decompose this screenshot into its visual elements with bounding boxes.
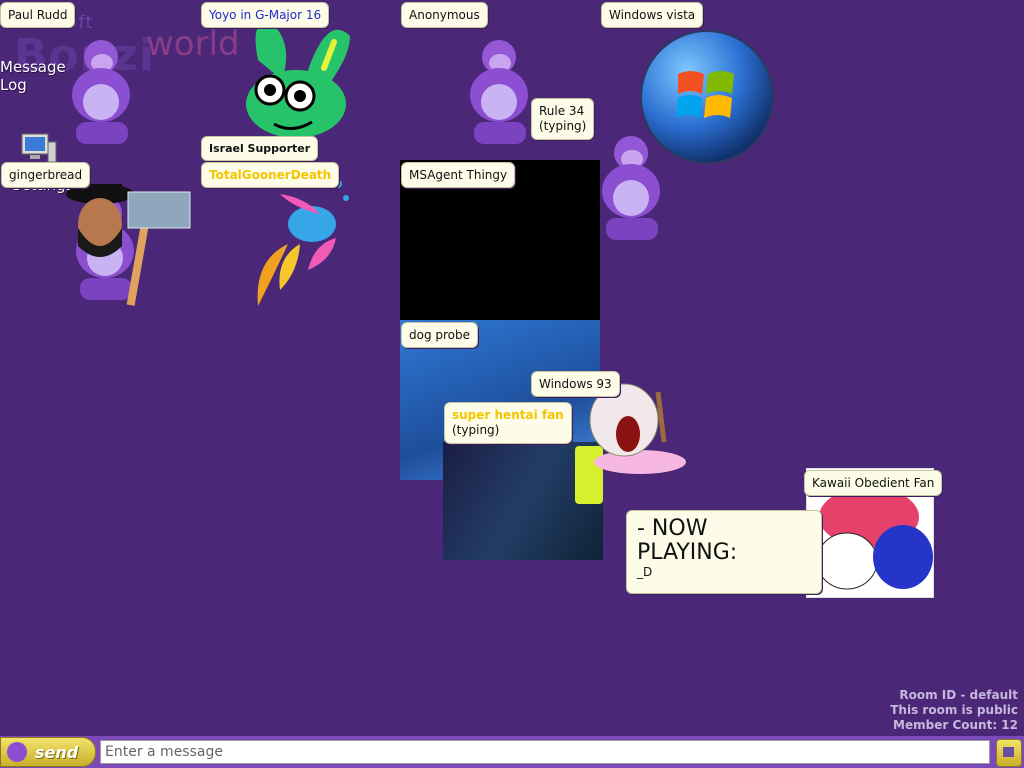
send-label: send (35, 742, 79, 762)
user-tag-windows-vista[interactable]: Windows vista (601, 2, 704, 28)
bonzi-character[interactable] (60, 40, 144, 152)
user-tag-msagent[interactable]: MSAgent Thingy (401, 162, 516, 188)
send-button[interactable]: send (0, 737, 96, 767)
user-tag-kawaii[interactable]: Kawaii Obedient Fan (804, 470, 943, 496)
video-player[interactable] (443, 442, 603, 560)
user-tag-yoyo[interactable]: Yoyo in G-Major 16 (201, 2, 330, 28)
emote-button[interactable] (996, 739, 1022, 767)
user-name-typing: super hentai fan (452, 408, 564, 422)
user-tag-anonymous[interactable]: Anonymous (401, 2, 488, 28)
windows-logo-icon (676, 71, 734, 118)
user-tag-typing[interactable]: super hentai fan (typing) (444, 402, 572, 444)
hammer-man-avatar (62, 182, 198, 308)
user-tag-windows93[interactable]: Windows 93 (531, 371, 620, 397)
user-tag-total-gooner[interactable]: TotalGoonerDeath (201, 162, 340, 188)
user-tag-rule34[interactable]: Rule 34 (typing) (531, 98, 595, 140)
now-playing-line3: _D (637, 565, 653, 579)
now-playing-bubble: - NOW PLAYING: _D (626, 510, 822, 594)
typing-status: (typing) (539, 119, 587, 133)
user-tag-paul[interactable]: Paul Rudd (0, 2, 76, 28)
bird-avatar (236, 178, 354, 310)
member-count: Member Count: 12 (893, 718, 1018, 732)
square-icon (1003, 747, 1014, 757)
typing-status: (typing) (452, 423, 500, 437)
bonzi-character[interactable] (458, 40, 542, 152)
bonzi-character[interactable] (590, 136, 674, 248)
message-input[interactable] (100, 740, 990, 764)
user-name-rule34: Rule 34 (539, 104, 585, 118)
room-id: Room ID - default (899, 688, 1018, 702)
user-tag-israel-supporter[interactable]: Israel Supporter (201, 136, 319, 161)
bonzi-icon (7, 742, 27, 762)
logo-world: world (146, 24, 240, 64)
windows-orb-avatar (640, 30, 774, 164)
now-playing-line1: - NOW (637, 516, 708, 541)
user-tag-dog-probe[interactable]: dog probe (401, 322, 479, 348)
now-playing-line2: PLAYING: (637, 540, 738, 565)
room-info: Room ID - default This room is public Me… (890, 688, 1018, 733)
user-tag-gingerbread[interactable]: gingerbread (1, 162, 91, 188)
room-public: This room is public (890, 703, 1018, 717)
bunny-avatar (238, 20, 358, 140)
